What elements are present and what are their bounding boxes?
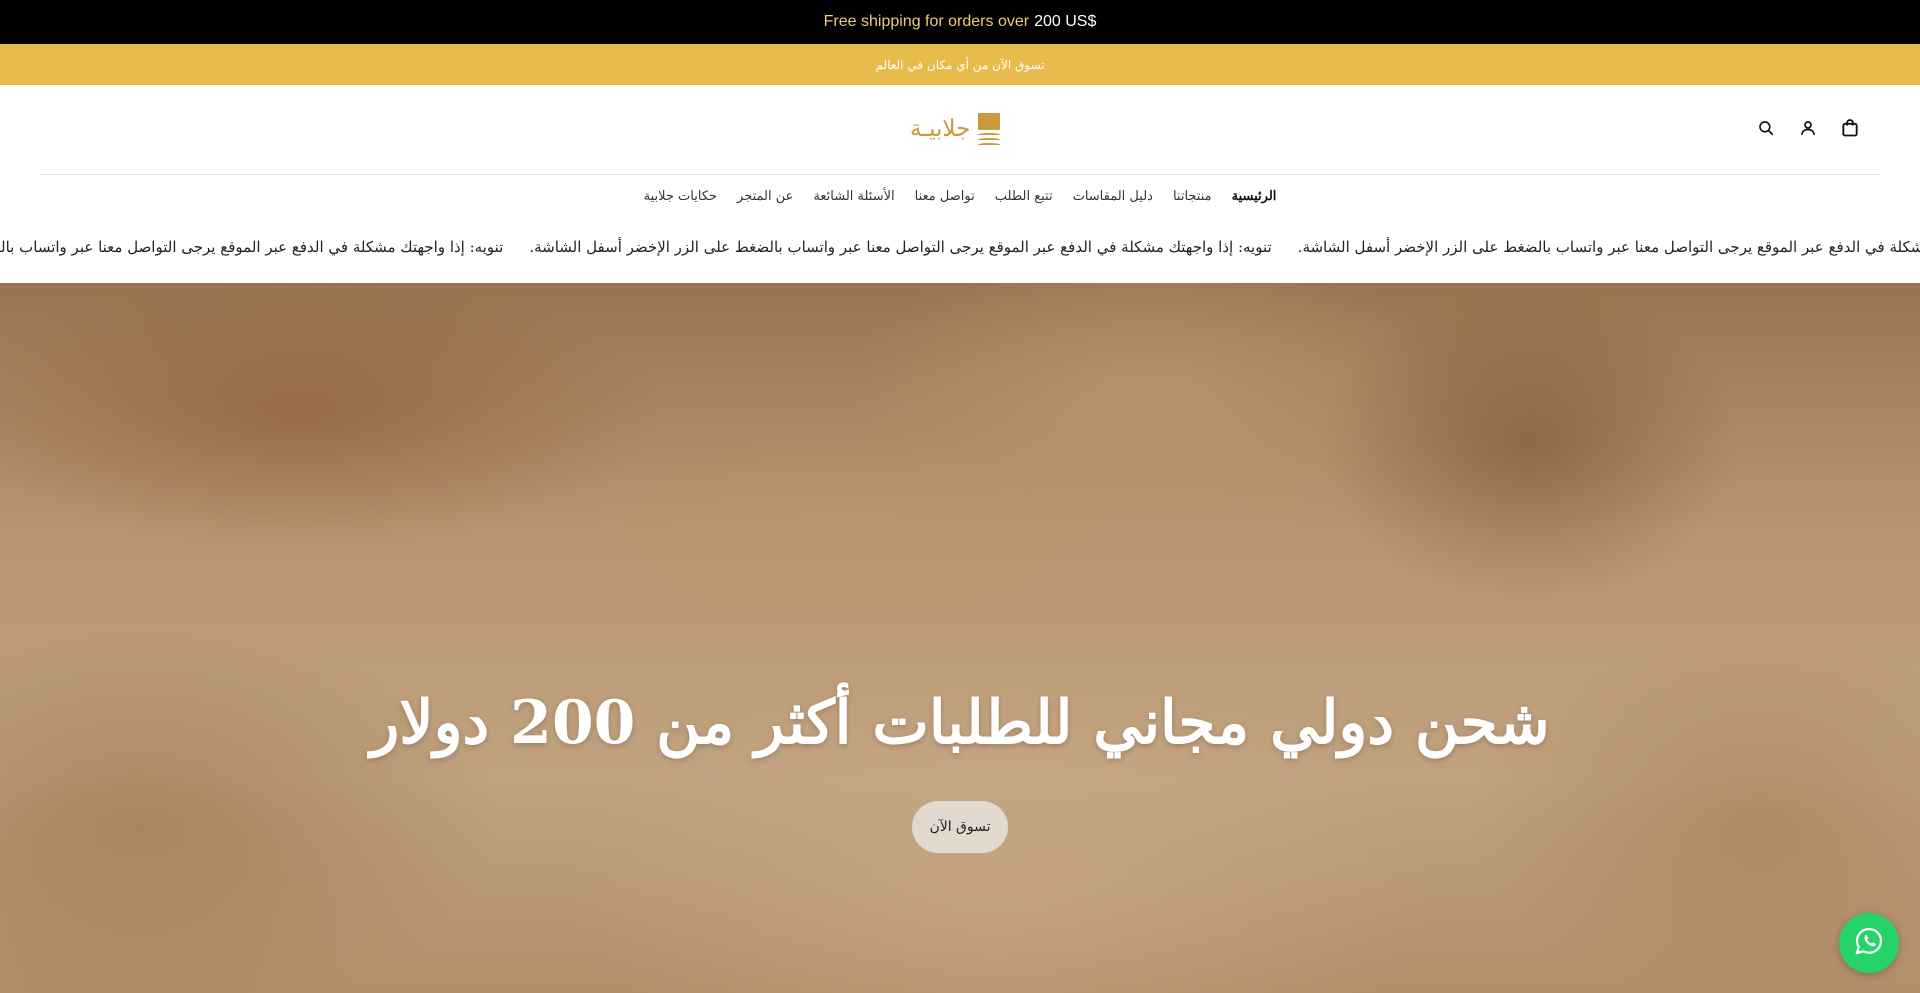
notice-marquee: تنويه: إذا واجهتك مشكلة في الدفع عبر الم…	[0, 216, 1920, 283]
announcement-text: تسوق الآن من أي مكان في العالم	[875, 57, 1045, 72]
hero-banner: شحن دولي مجاني للطلبات أكثر من 200 دولار…	[0, 283, 1920, 993]
cart-icon[interactable]	[1840, 118, 1860, 138]
search-icon[interactable]	[1756, 118, 1776, 138]
logo-mark-icon	[978, 113, 1001, 145]
whatsapp-icon	[1853, 925, 1885, 961]
marquee-text: تنويه: إذا واجهتك مشكلة في الدفع عبر الم…	[1297, 238, 1920, 256]
whatsapp-button[interactable]	[1839, 913, 1899, 973]
top-shipping-bar: Free shipping for orders over 200 US$	[0, 0, 1920, 44]
shipping-amount: 200 US$	[1034, 13, 1097, 30]
nav-item-size-guide[interactable]: دليل المقاسات	[1073, 189, 1153, 204]
logo-text: جلابيـة	[910, 116, 971, 142]
nav-item-track-order[interactable]: تتبع الطلب	[995, 189, 1053, 204]
hero-background-image	[0, 283, 1920, 993]
shop-now-button[interactable]: تسوق الآن	[912, 801, 1008, 853]
main-nav: الرئيسية منتجاتنا دليل المقاسات تتبع الط…	[0, 176, 1920, 216]
header-icons	[1756, 118, 1860, 138]
nav-item-products[interactable]: منتجاتنا	[1173, 189, 1212, 204]
site-header: جلابيـة	[0, 85, 1920, 175]
nav-item-stories[interactable]: حكايات جلابية	[644, 189, 717, 204]
announcement-bar: تسوق الآن من أي مكان في العالم	[0, 44, 1920, 85]
nav-item-home[interactable]: الرئيسية	[1232, 189, 1277, 204]
nav-item-contact[interactable]: تواصل معنا	[915, 189, 975, 204]
marquee-text: تنويه: إذا واجهتك مشكلة في الدفع عبر الم…	[0, 238, 504, 256]
store-logo[interactable]: جلابيـة	[910, 111, 1010, 147]
hero-title: شحن دولي مجاني للطلبات أكثر من 200 دولار	[370, 688, 1550, 758]
marquee-track: تنويه: إذا واجهتك مشكلة في الدفع عبر الم…	[0, 238, 1920, 256]
account-icon[interactable]	[1798, 118, 1818, 138]
marquee-text: تنويه: إذا واجهتك مشكلة في الدفع عبر الم…	[529, 238, 1272, 256]
shipping-text: Free shipping for orders over	[823, 13, 1030, 30]
nav-item-faq[interactable]: الأسئلة الشائعة	[813, 189, 894, 204]
header-divider	[40, 174, 1880, 175]
nav-item-about[interactable]: عن المتجر	[737, 189, 793, 204]
